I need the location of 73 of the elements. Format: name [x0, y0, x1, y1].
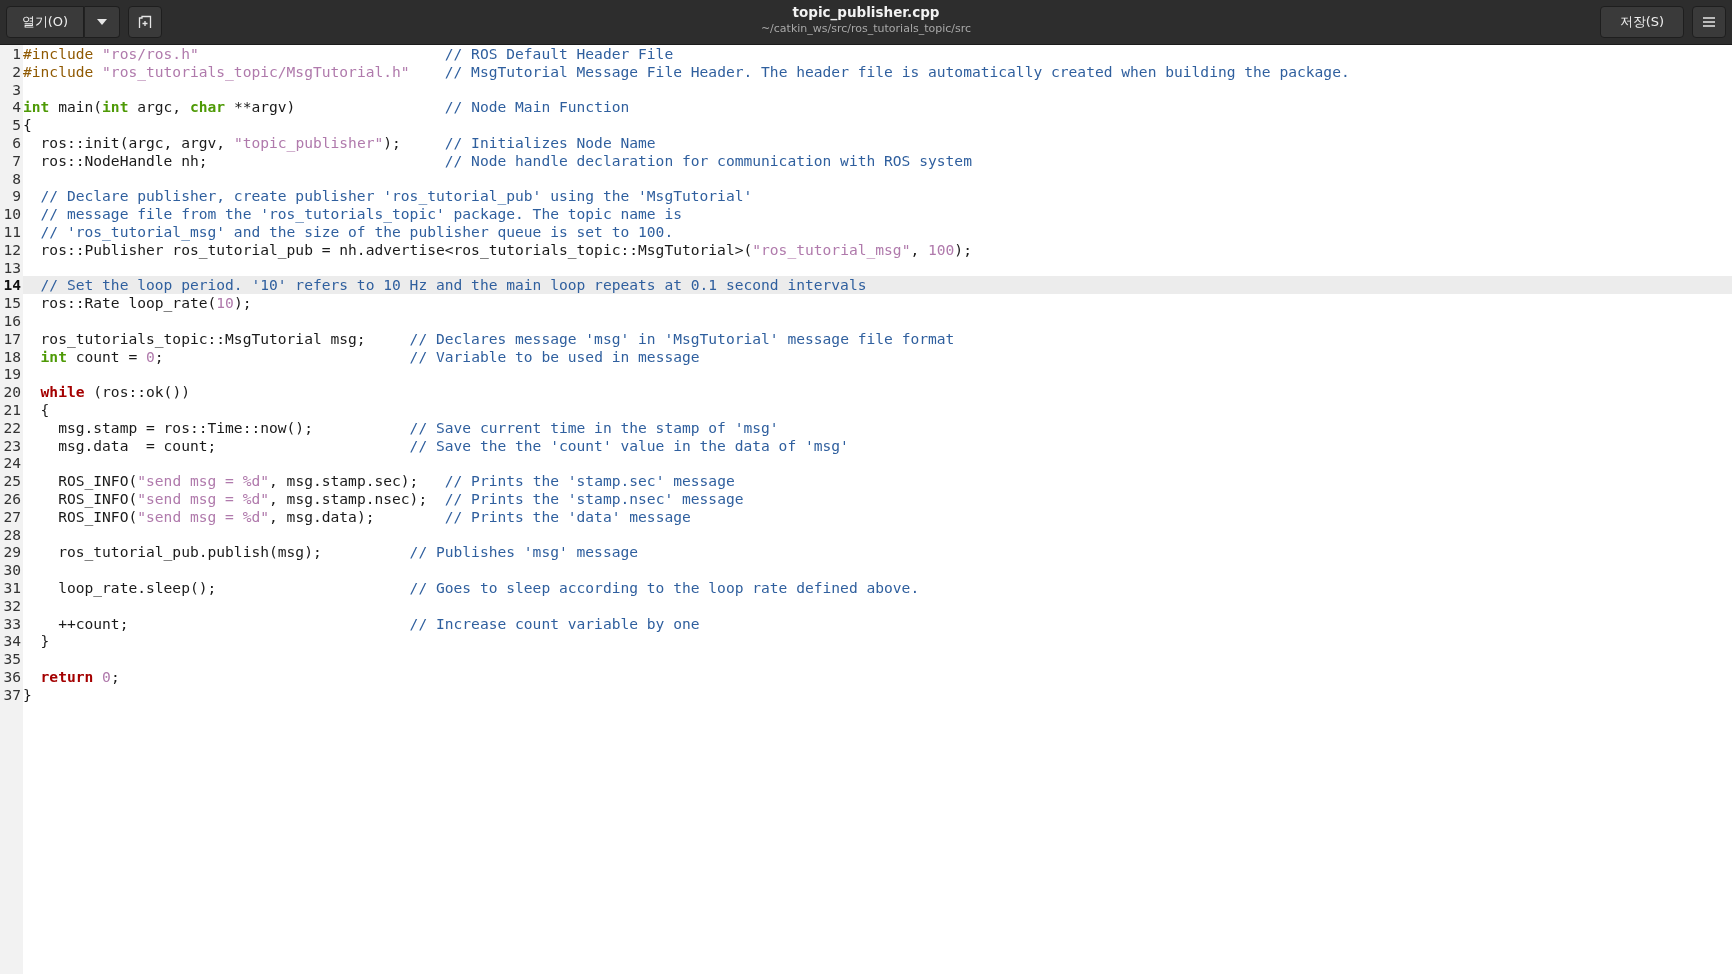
- code-line: // Declare publisher, create publisher 'ros_tutorial_pub' using the 'MsgTutorial': [39, 187, 754, 206]
- line-number: 17: [2, 329, 22, 348]
- line-number: 14: [2, 276, 22, 295]
- menu-button[interactable]: [1692, 6, 1726, 38]
- line-number: 2: [11, 62, 22, 81]
- open-button[interactable]: 열기(O): [6, 6, 84, 38]
- line-number: 30: [2, 561, 22, 579]
- code-line: {: [23, 116, 33, 134]
- code-line: msg.data = count; // Save the the 'count' value in the data of 'msg': [57, 436, 850, 455]
- line-number: 13: [2, 258, 22, 277]
- new-tab-button[interactable]: [128, 6, 162, 38]
- line-number: 28: [2, 525, 22, 544]
- line-number: 27: [2, 507, 22, 526]
- line-number: 31: [2, 578, 22, 597]
- code-line: ROS_INFO("send msg = %d", msg.stamp.nsec); // Prints the 'stamp.nsec' message: [57, 489, 745, 508]
- line-number: 4: [11, 98, 22, 117]
- line-number: 8: [11, 169, 22, 188]
- file-path: ~/catkin_ws/src/ros_tutorials_topic/src: [760, 21, 972, 36]
- code-line: int main(int argc, char **argv) // Node Main Function: [23, 98, 631, 117]
- line-number: 15: [2, 294, 22, 312]
- new-tab-icon: [138, 15, 152, 29]
- line-number: 36: [2, 667, 22, 686]
- line-number: 9: [11, 187, 22, 206]
- line-number: 1: [11, 45, 22, 63]
- code-line: ros::NodeHandle nh; // Node handle declaration for communication with ROS system: [39, 151, 973, 170]
- line-number: 16: [2, 311, 22, 330]
- line-number: 7: [11, 151, 22, 170]
- code-line: ros::Rate loop_rate(10);: [39, 294, 253, 312]
- code-line: // 'ros_tutorial_msg' and the size of the publisher queue is set to 100.: [39, 222, 675, 241]
- code-line: #include "ros_tutorials_topic/MsgTutorial.h" // MsgTutorial Message File Header. The header file is automatically created when building the package.: [23, 62, 1351, 81]
- code-line: #include "ros/ros.h" // ROS Default Header File: [23, 45, 675, 63]
- line-number: 6: [11, 134, 22, 152]
- code-line: }: [39, 632, 51, 651]
- code-line: loop_rate.sleep(); // Goes to sleep according to the loop rate defined above.: [57, 578, 921, 597]
- menu-icon: [1703, 17, 1715, 27]
- line-number: 26: [2, 489, 22, 508]
- caret-icon: [97, 19, 107, 25]
- line-number: 25: [2, 472, 22, 490]
- code-line: int count = 0; // Variable to be used in message: [39, 347, 701, 366]
- code-line: ros_tutorial_pub.publish(msg); // Publishes 'msg' message: [57, 543, 640, 562]
- line-number: 35: [2, 650, 22, 668]
- line-number: 23: [2, 436, 22, 455]
- line-number: 33: [2, 614, 22, 633]
- window-title: topic_publisher.cpp: [792, 4, 940, 21]
- code-line: ROS_INFO("send msg = %d", msg.data); // Prints the 'data' message: [57, 507, 692, 526]
- code-line: msg.stamp = ros::Time::now(); // Save current time in the stamp of 'msg': [57, 418, 780, 437]
- line-number: 34: [2, 632, 22, 651]
- line-number: 32: [2, 596, 22, 615]
- line-number: 18: [2, 347, 22, 366]
- code-line: ++count; // Increase count variable by one: [57, 614, 701, 633]
- line-number: 3: [11, 80, 22, 99]
- line-number: 29: [2, 543, 22, 562]
- line-number: 5: [11, 116, 22, 134]
- code-line: {: [39, 400, 51, 419]
- line-number: 11: [2, 222, 22, 241]
- code-line: ros::init(argc, argv, "topic_publisher"); // Initializes Node Name: [39, 134, 657, 152]
- line-number: 12: [2, 240, 22, 259]
- code-line: return 0;: [39, 667, 121, 686]
- line-number: 24: [2, 454, 22, 473]
- line-number: 10: [2, 205, 22, 223]
- line-number: 21: [2, 400, 22, 419]
- code-line: }: [23, 685, 33, 704]
- line-number: 20: [2, 383, 22, 401]
- line-number: 37: [2, 685, 22, 704]
- line-number: 22: [2, 418, 22, 437]
- code-line: ros_tutorials_topic::MsgTutorial msg; // Declares message 'msg' in 'MsgTutorial' message file format: [39, 329, 956, 348]
- code-line: while (ros::ok()): [39, 383, 191, 401]
- code-line: ros::Publisher ros_tutorial_pub = nh.advertise<ros_tutorials_topic::MsgTutorial>("ros_tutorial_msg", 100);: [39, 240, 973, 259]
- open-menu-button[interactable]: [84, 6, 120, 38]
- save-button[interactable]: 저장(S): [1600, 6, 1684, 38]
- line-number: 19: [2, 365, 22, 384]
- code-line: // message file from the 'ros_tutorials_topic' package. The topic name is: [39, 205, 683, 223]
- code-line: ROS_INFO("send msg = %d", msg.stamp.sec); // Prints the 'stamp.sec' message: [57, 472, 736, 490]
